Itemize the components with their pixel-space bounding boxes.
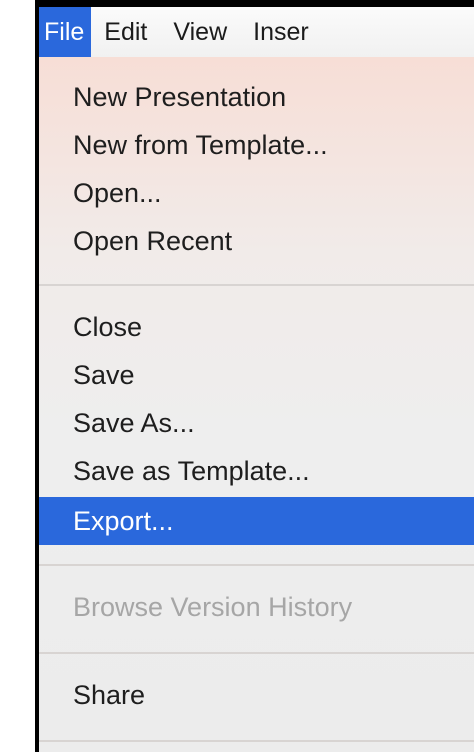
menu-item-save[interactable]: Save <box>39 351 474 399</box>
menu-item-open[interactable]: Open... <box>39 169 474 217</box>
menu-item-save-as-template[interactable]: Save as Template... <box>39 447 474 495</box>
menubar-item-file[interactable]: File <box>39 7 92 57</box>
menu-item-export[interactable]: Export... <box>39 497 474 545</box>
menu-separator <box>39 564 474 566</box>
menubar-item-insert[interactable]: Inser <box>240 7 322 57</box>
menu-frame: File Edit View Inser New Presentation Ne… <box>35 0 474 752</box>
menu-bar: File Edit View Inser <box>39 7 474 57</box>
menu-item-open-recent[interactable]: Open Recent <box>39 217 474 265</box>
menubar-item-edit[interactable]: Edit <box>91 7 160 57</box>
file-menu-dropdown: New Presentation New from Template... Op… <box>39 57 474 752</box>
menu-item-browse-version-history: Browse Version History <box>73 592 353 622</box>
menu-item-new-from-template[interactable]: New from Template... <box>39 121 474 169</box>
menu-item-close[interactable]: Close <box>39 303 474 351</box>
menu-separator <box>39 284 474 286</box>
menu-item-new-presentation[interactable]: New Presentation <box>39 73 474 121</box>
menu-separator <box>39 652 474 654</box>
menu-item-share[interactable]: Share <box>39 671 474 719</box>
menubar-item-view[interactable]: View <box>160 7 240 57</box>
menu-item-save-as[interactable]: Save As... <box>39 399 474 447</box>
menu-separator <box>39 740 474 742</box>
